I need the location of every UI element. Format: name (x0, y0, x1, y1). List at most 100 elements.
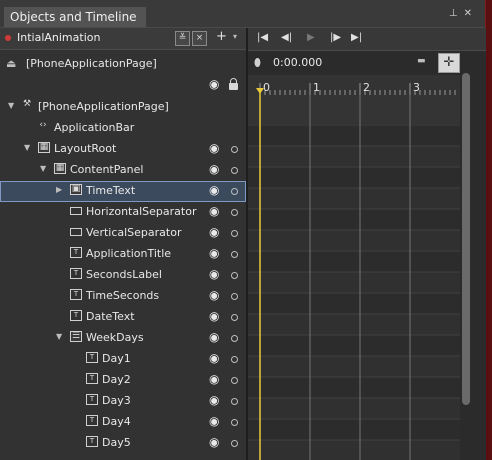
lock-toggle-icon[interactable] (231, 440, 238, 447)
visibility-eye-icon[interactable]: ◉ (209, 267, 219, 281)
ruler-tick-label: 2 (363, 81, 370, 94)
visibility-eye-icon[interactable]: ◉ (209, 435, 219, 449)
tree-row-day4[interactable]: T Day4 ◉ (0, 412, 246, 433)
visibility-eye-icon[interactable]: ◉ (209, 351, 219, 365)
panel-title-tab[interactable]: Objects and Timeline (4, 7, 146, 27)
timeline-row (248, 398, 460, 419)
page-icon: ⚒ (22, 99, 32, 109)
lock-toggle-icon[interactable] (231, 356, 238, 363)
lock-toggle-icon[interactable] (231, 209, 238, 216)
expand-icon[interactable]: ▶ (56, 185, 62, 194)
visibility-eye-icon[interactable]: ◉ (209, 141, 219, 155)
panel-title-strip: Objects and Timeline ⊥✕ (0, 0, 486, 28)
collapse-icon[interactable]: ▼ (56, 332, 62, 341)
textblock-icon: T (86, 415, 98, 426)
lock-toggle-icon[interactable] (231, 335, 238, 342)
recording-indicator-icon (5, 35, 11, 41)
scope-row[interactable]: ⏏ [PhoneApplicationPage] (0, 55, 246, 75)
tree-row-layoutroot[interactable]: ▼ ▦ LayoutRoot ◉ (0, 139, 246, 160)
visibility-eye-icon[interactable]: ◉ (209, 309, 219, 323)
stackpanel-icon: ☰ (70, 331, 82, 342)
record-keyframe-icon[interactable]: ⬮ (254, 56, 261, 70)
tree-row-contentpanel[interactable]: ▼ ▦ ContentPanel ◉ (0, 160, 246, 181)
collapse-icon[interactable]: ▼ (24, 143, 30, 152)
ruler-icon[interactable]: ▬ (417, 56, 426, 66)
tree-row-applicationbar[interactable]: ‹› ApplicationBar (0, 118, 246, 139)
last-frame-button[interactable]: ▶| (351, 32, 362, 43)
timeline-row (248, 230, 460, 251)
tree-row-verticalseparator[interactable]: VerticalSeparator ◉ (0, 223, 246, 244)
close-icon[interactable]: ✕ (464, 8, 478, 19)
storyboard-picker[interactable]: IntialAnimation ≚ × + ▾ (0, 28, 246, 50)
pin-icon[interactable]: ⊥ (449, 8, 464, 19)
visibility-eye-icon[interactable]: ◉ (209, 330, 219, 344)
new-storyboard-button[interactable]: + (216, 29, 227, 44)
eye-icon[interactable]: ◉ (209, 77, 219, 91)
tree-row-horizontalseparator[interactable]: HorizontalSeparator ◉ (0, 202, 246, 223)
ruler-tick-label: 0 (263, 81, 270, 94)
timeline-row (248, 209, 460, 230)
lock-toggle-icon[interactable] (231, 272, 238, 279)
lock-toggle-icon[interactable] (231, 314, 238, 321)
time-readout[interactable]: 0:00.000 (273, 56, 322, 69)
visibility-eye-icon[interactable]: ◉ (209, 372, 219, 386)
visibility-eye-icon[interactable]: ◉ (209, 288, 219, 302)
tree-row-applicationtitle[interactable]: T ApplicationTitle ◉ (0, 244, 246, 265)
play-button[interactable]: ▶ (307, 32, 315, 43)
visibility-lock-header: ◉ (0, 76, 246, 96)
tree-row-day1[interactable]: T Day1 ◉ (0, 349, 246, 370)
visibility-eye-icon[interactable]: ◉ (209, 225, 219, 239)
window-edge (485, 0, 492, 460)
lock-toggle-icon[interactable] (231, 146, 238, 153)
close-storyboard-button[interactable]: × (192, 31, 207, 46)
collapse-icon[interactable]: ▼ (40, 164, 46, 173)
rectangle-icon (70, 228, 82, 236)
tree-item-label: DateText (86, 310, 135, 323)
storyboard-dropdown-icon[interactable]: ▾ (233, 32, 237, 41)
visibility-eye-icon[interactable]: ◉ (209, 204, 219, 218)
lock-toggle-icon[interactable] (231, 419, 238, 426)
tree-row-day3[interactable]: T Day3 ◉ (0, 391, 246, 412)
lock-toggle-icon[interactable] (231, 230, 238, 237)
storyboard-name[interactable]: IntialAnimation (17, 31, 100, 44)
ruler-tick-label: 3 (413, 81, 420, 94)
lock-toggle-icon[interactable] (231, 167, 238, 174)
tree-row-secondslabel[interactable]: T SecondsLabel ◉ (0, 265, 246, 286)
lock-toggle-icon[interactable] (231, 377, 238, 384)
scope-up-icon[interactable]: ⏏ (6, 57, 16, 70)
tree-item-label: TimeText (86, 184, 136, 197)
lock-icon[interactable] (229, 78, 238, 90)
first-frame-button[interactable]: |◀ (257, 32, 268, 43)
previous-frame-button[interactable]: ◀| (281, 32, 292, 43)
next-frame-button[interactable]: |▶ (330, 32, 341, 43)
tree-row-timetext[interactable]: ▶ ▣ TimeText ◉ (0, 181, 246, 202)
tree-item-label: VerticalSeparator (86, 226, 182, 239)
tree-row-weekdays[interactable]: ▼ ☰ WeekDays ◉ (0, 328, 246, 349)
timeline-header-band (248, 95, 460, 125)
tree-row-day2[interactable]: T Day2 ◉ (0, 370, 246, 391)
visibility-eye-icon[interactable]: ◉ (209, 162, 219, 176)
visibility-eye-icon[interactable]: ◉ (209, 183, 219, 197)
tree-row-datetext[interactable]: T DateText ◉ (0, 307, 246, 328)
tree-item-label: TimeSeconds (86, 289, 160, 302)
storyboard-options-button[interactable]: ≚ (175, 31, 190, 46)
tree-item-label: ContentPanel (70, 163, 144, 176)
timeline-grid[interactable]: 0 1 2 3 (248, 28, 486, 460)
tree-row-day5[interactable]: T Day5 ◉ (0, 433, 246, 454)
timeline-row (248, 314, 460, 335)
visibility-eye-icon[interactable]: ◉ (209, 246, 219, 260)
tree-row-phoneapplicationpage[interactable]: ▼ ⚒ [PhoneApplicationPage] (0, 97, 246, 118)
collapse-icon[interactable]: ▼ (8, 101, 14, 110)
lock-toggle-icon[interactable] (231, 398, 238, 405)
objects-and-timeline-panel: Objects and Timeline ⊥✕ IntialAnimation … (0, 0, 492, 460)
lock-toggle-icon[interactable] (231, 251, 238, 258)
scrollbar-thumb[interactable] (462, 73, 470, 405)
timeline-row (248, 146, 460, 167)
tree-row-timeseconds[interactable]: T TimeSeconds ◉ (0, 286, 246, 307)
lock-toggle-icon[interactable] (231, 188, 238, 195)
snap-to-grid-icon[interactable]: ✛ (438, 53, 460, 73)
lock-toggle-icon[interactable] (231, 293, 238, 300)
visibility-eye-icon[interactable]: ◉ (209, 393, 219, 407)
visibility-eye-icon[interactable]: ◉ (209, 414, 219, 428)
rectangle-icon (70, 207, 82, 215)
